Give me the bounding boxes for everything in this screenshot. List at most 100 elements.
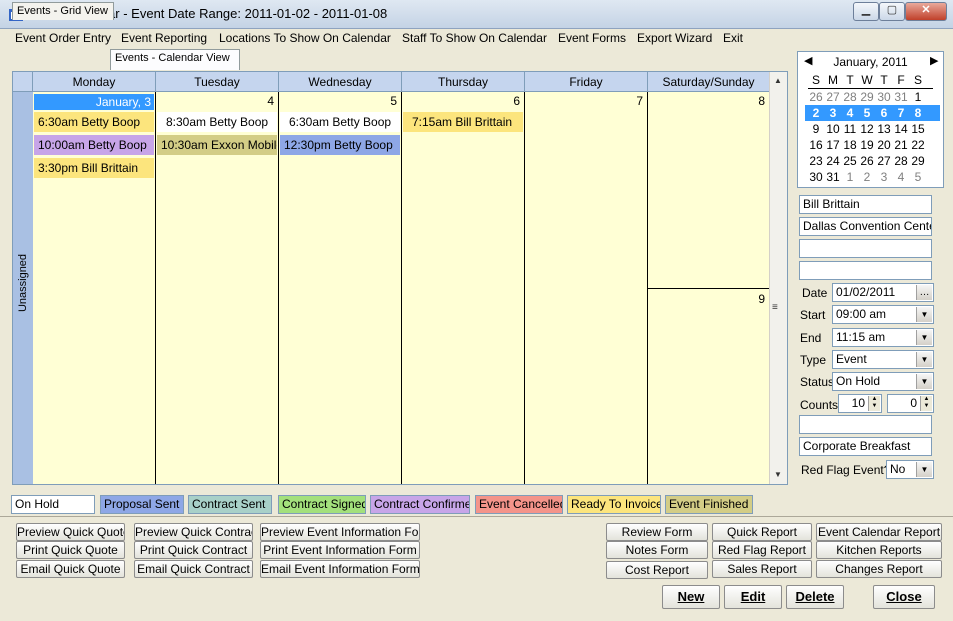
- sales-report-button[interactable]: Sales Report: [712, 560, 812, 578]
- minimize-button[interactable]: ▁: [853, 2, 879, 21]
- scroll-up-icon[interactable]: ▲: [774, 76, 782, 85]
- preview-quick-quote-button[interactable]: Preview Quick Quote: [16, 523, 125, 541]
- day-thursday[interactable]: 6 7:15am Bill Brittain: [402, 92, 525, 484]
- day-cell[interactable]: 26: [859, 153, 875, 169]
- spinner-icon[interactable]: ▲ ▼: [868, 396, 880, 411]
- day-cell[interactable]: 3: [825, 105, 841, 121]
- day-cell[interactable]: 5: [859, 105, 875, 121]
- end-time-select[interactable]: 11:15 am ▼: [832, 328, 934, 347]
- chevron-down-icon[interactable]: ▼: [916, 330, 932, 345]
- day-cell[interactable]: 9: [808, 121, 824, 137]
- menu-export-wizard[interactable]: Export Wizard: [637, 31, 712, 45]
- email-event-info-button[interactable]: Email Event Information Form: [260, 560, 420, 578]
- day-cell[interactable]: 13: [876, 121, 892, 137]
- day-cell[interactable]: 3: [876, 169, 892, 185]
- maximize-button[interactable]: ▢: [879, 2, 905, 21]
- day-cell[interactable]: 4: [842, 105, 858, 121]
- day-cell[interactable]: 28: [842, 89, 858, 105]
- day-cell[interactable]: 1: [842, 169, 858, 185]
- day-cell[interactable]: 10: [825, 121, 841, 137]
- start-time-select[interactable]: 09:00 am ▼: [832, 305, 934, 324]
- day-cell[interactable]: 31: [825, 169, 841, 185]
- day-cell[interactable]: 24: [825, 153, 841, 169]
- day-cell[interactable]: 22: [910, 137, 926, 153]
- day-cell[interactable]: 15: [910, 121, 926, 137]
- day-cell[interactable]: 11: [842, 121, 858, 137]
- menu-staff[interactable]: Staff To Show On Calendar: [402, 31, 547, 45]
- splitter-grip-icon[interactable]: ≡: [772, 302, 778, 313]
- day-cell[interactable]: 1: [910, 89, 926, 105]
- cost-report-button[interactable]: Cost Report: [606, 561, 708, 579]
- day-cell[interactable]: 27: [876, 153, 892, 169]
- event-item[interactable]: 10:30am Exxon Mobile-: [157, 135, 277, 155]
- day-cell[interactable]: 12: [859, 121, 875, 137]
- location-field[interactable]: Dallas Convention Center: [799, 217, 932, 236]
- next-month-icon[interactable]: ▶: [930, 54, 938, 67]
- close-window-button[interactable]: ✕: [905, 2, 947, 21]
- day-cell[interactable]: 25: [842, 153, 858, 169]
- print-quick-quote-button[interactable]: Print Quick Quote: [16, 541, 125, 559]
- delete-button[interactable]: Delete: [786, 585, 844, 609]
- day-cell[interactable]: 8: [910, 105, 926, 121]
- chevron-down-icon[interactable]: ▼: [916, 307, 932, 322]
- calendar-scrollbar[interactable]: ▲ ▼: [769, 72, 787, 484]
- count1-stepper[interactable]: 10 ▲ ▼: [838, 394, 882, 413]
- event-item[interactable]: 8:30am Betty Boop: [157, 112, 277, 132]
- menu-event-order-entry[interactable]: Event Order Entry: [15, 31, 111, 45]
- day-cell[interactable]: 2: [808, 105, 824, 121]
- day-cell[interactable]: 30: [808, 169, 824, 185]
- day-cell[interactable]: 29: [910, 153, 926, 169]
- blank-field-1[interactable]: [799, 239, 932, 258]
- event-item[interactable]: 7:15am Bill Brittain: [403, 112, 523, 132]
- day-cell[interactable]: 30: [876, 89, 892, 105]
- review-form-button[interactable]: Review Form: [606, 523, 708, 541]
- event-item[interactable]: 6:30am Betty Boop: [280, 112, 400, 132]
- day-cell[interactable]: 6: [876, 105, 892, 121]
- event-name-field[interactable]: Corporate Breakfast: [799, 437, 932, 456]
- changes-report-button[interactable]: Changes Report: [816, 560, 942, 578]
- blank-field-3[interactable]: [799, 415, 932, 434]
- quick-report-button[interactable]: Quick Report: [712, 523, 812, 541]
- date-picker-icon[interactable]: …: [916, 285, 932, 300]
- day-monday[interactable]: January, 3 6:30am Betty Boop 10:00am Bet…: [33, 92, 156, 484]
- day-cell[interactable]: 7: [893, 105, 909, 121]
- email-quick-contract-button[interactable]: Email Quick Contract: [134, 560, 253, 578]
- edit-button[interactable]: Edit: [724, 585, 782, 609]
- day-cell[interactable]: 26: [808, 89, 824, 105]
- day-cell[interactable]: 14: [893, 121, 909, 137]
- day-cell[interactable]: 4: [893, 169, 909, 185]
- tab-grid-view[interactable]: Events - Grid View: [12, 2, 114, 20]
- menu-event-reporting[interactable]: Event Reporting: [121, 31, 207, 45]
- tab-calendar-view[interactable]: Events - Calendar View: [110, 49, 240, 70]
- day-weekend[interactable]: 8 9: [648, 92, 770, 484]
- print-quick-contract-button[interactable]: Print Quick Contract: [134, 541, 253, 559]
- count2-stepper[interactable]: 0 ▲ ▼: [887, 394, 934, 413]
- day-cell[interactable]: 5: [910, 169, 926, 185]
- event-item[interactable]: 12:30pm Betty Boop: [280, 135, 400, 155]
- print-event-info-button[interactable]: Print Event Information Form: [260, 541, 420, 559]
- event-calendar-report-button[interactable]: Event Calendar Report: [816, 523, 942, 541]
- red-flag-select[interactable]: No ▼: [886, 460, 934, 479]
- date-field[interactable]: 01/02/2011 …: [832, 283, 934, 302]
- day-cell[interactable]: 18: [842, 137, 858, 153]
- day-cell[interactable]: 19: [859, 137, 875, 153]
- red-flag-report-button[interactable]: Red Flag Report: [712, 541, 812, 559]
- preview-event-info-button[interactable]: Preview Event Information Form: [260, 523, 420, 541]
- day-cell[interactable]: 29: [859, 89, 875, 105]
- day-friday[interactable]: 7: [525, 92, 648, 484]
- client-name-field[interactable]: Bill Brittain: [799, 195, 932, 214]
- menu-exit[interactable]: Exit: [723, 31, 743, 45]
- blank-field-2[interactable]: [799, 261, 932, 280]
- day-wednesday[interactable]: 5 6:30am Betty Boop 12:30pm Betty Boop: [279, 92, 402, 484]
- day-cell[interactable]: 28: [893, 153, 909, 169]
- chevron-down-icon[interactable]: ▼: [916, 374, 932, 389]
- preview-quick-contract-button[interactable]: Preview Quick Contract: [134, 523, 253, 541]
- event-item[interactable]: 6:30am Betty Boop: [34, 112, 154, 132]
- menu-locations[interactable]: Locations To Show On Calendar: [219, 31, 391, 45]
- day-cell[interactable]: 23: [808, 153, 824, 169]
- day-cell[interactable]: 31: [893, 89, 909, 105]
- chevron-down-icon[interactable]: ▼: [916, 352, 932, 367]
- new-button[interactable]: New: [662, 585, 720, 609]
- kitchen-reports-button[interactable]: Kitchen Reports: [816, 541, 942, 559]
- day-cell[interactable]: 16: [808, 137, 824, 153]
